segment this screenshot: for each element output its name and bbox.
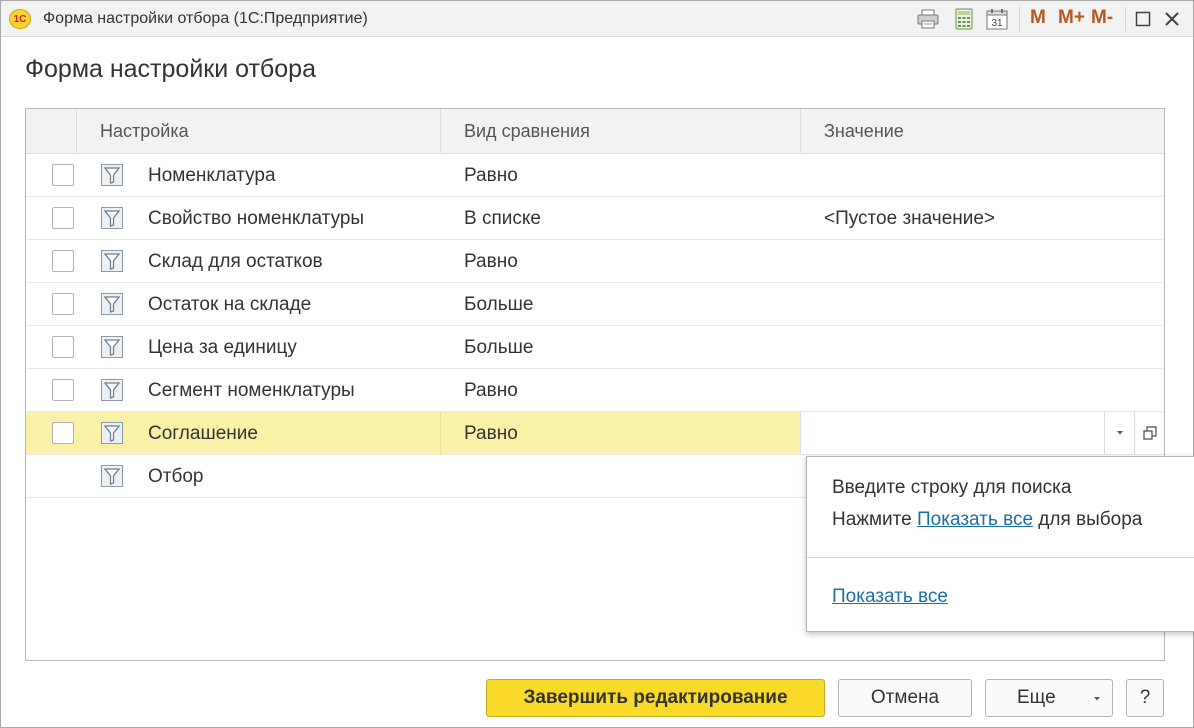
row-checkbox[interactable] (52, 336, 74, 358)
table-row[interactable]: Номенклатура Равно (26, 154, 1164, 197)
column-header-value[interactable]: Значение (824, 109, 904, 154)
filter-icon (101, 250, 123, 272)
column-header-setting[interactable]: Настройка (100, 109, 189, 154)
print-icon[interactable] (917, 8, 939, 30)
row-setting-name: Цена за единицу (148, 337, 297, 358)
dropdown-button[interactable] (1104, 412, 1134, 454)
row-setting-name: Сегмент номенклатуры (148, 380, 355, 401)
memory-button[interactable]: M (1030, 7, 1046, 29)
hint-suffix: для выбора (1038, 509, 1143, 530)
title-bar: 1С Форма настройки отбора (1С:Предприяти… (1, 1, 1193, 37)
open-form-icon (1142, 426, 1157, 440)
table-row[interactable]: Цена за единицу Больше (26, 326, 1164, 369)
filter-icon (101, 207, 123, 229)
chevron-down-icon (1116, 431, 1123, 435)
value-input-field[interactable] (800, 412, 1164, 454)
row-setting-name: Отбор (148, 466, 204, 487)
row-checkbox[interactable] (52, 422, 74, 444)
column-separator (440, 412, 441, 455)
svg-text:31: 31 (991, 18, 1003, 29)
calculator-icon[interactable] (953, 8, 975, 30)
row-comparison[interactable]: Равно (464, 154, 518, 197)
more-button[interactable]: Еще (985, 679, 1113, 717)
column-separator (440, 109, 441, 154)
row-checkbox[interactable] (52, 293, 74, 315)
filter-icon (101, 379, 123, 401)
finish-editing-button[interactable]: Завершить редактирование (486, 679, 825, 717)
chevron-down-icon (1094, 697, 1100, 701)
row-setting-name: Номенклатура (148, 165, 276, 186)
memory-minus-button[interactable]: M- (1091, 7, 1113, 29)
row-setting-name: Склад для остатков (148, 251, 323, 272)
row-comparison[interactable]: Больше (464, 326, 533, 369)
page-title: Форма настройки отбора (25, 55, 316, 83)
open-button[interactable] (1134, 412, 1164, 454)
cancel-button[interactable]: Отмена (838, 679, 972, 717)
close-icon[interactable] (1161, 8, 1183, 30)
table-row[interactable]: Сегмент номенклатуры Равно (26, 369, 1164, 412)
row-comparison[interactable]: Равно (464, 412, 518, 455)
show-all-hint: Нажмите Показать все для выбора (832, 509, 1142, 531)
toolbar-separator (1125, 7, 1126, 31)
row-checkbox[interactable] (52, 250, 74, 272)
hint-prefix: Нажмите (832, 509, 912, 530)
table-row[interactable]: Остаток на складе Больше (26, 283, 1164, 326)
row-setting-name: Остаток на складе (148, 294, 312, 315)
toolbar-separator (1019, 7, 1020, 31)
row-setting-name: Соглашение (148, 423, 258, 444)
app-logo-icon[interactable]: 1С (9, 9, 31, 29)
row-value[interactable]: <Пустое значение> (824, 197, 995, 240)
row-comparison[interactable]: Равно (464, 240, 518, 283)
value-dropdown-popup: Введите строку для поиска Нажмите Показа… (806, 456, 1194, 632)
table-row[interactable]: Склад для остатков Равно (26, 240, 1164, 283)
window-title: Форма настройки отбора (1С:Предприятие) (43, 10, 368, 27)
row-comparison[interactable]: Больше (464, 283, 533, 326)
table-header: Настройка Вид сравнения Значение (26, 109, 1164, 154)
search-hint: Введите строку для поиска (832, 477, 1072, 498)
filter-icon (101, 293, 123, 315)
filter-icon (101, 336, 123, 358)
help-button[interactable]: ? (1126, 679, 1164, 717)
column-separator (800, 109, 801, 154)
filter-icon (101, 164, 123, 186)
row-comparison[interactable]: В списке (464, 197, 541, 240)
more-button-label: Еще (1017, 687, 1056, 708)
show-all-inline-link[interactable]: Показать все (917, 509, 1033, 530)
memory-plus-button[interactable]: M+ (1058, 7, 1085, 29)
table-row-selected[interactable]: Соглашение Равно (26, 412, 1164, 455)
app-window: 1С Форма настройки отбора (1С:Предприяти… (0, 0, 1194, 728)
show-all-link[interactable]: Показать все (832, 586, 948, 608)
column-separator (76, 109, 77, 154)
popup-divider (807, 557, 1194, 558)
calendar-icon[interactable]: 31 (986, 8, 1008, 30)
row-setting-name: Свойство номенклатуры (148, 208, 365, 229)
column-header-comparison[interactable]: Вид сравнения (464, 109, 590, 154)
maximize-icon[interactable] (1132, 8, 1154, 30)
row-comparison[interactable]: Равно (464, 369, 518, 412)
row-checkbox[interactable] (52, 207, 74, 229)
row-checkbox[interactable] (52, 164, 74, 186)
filter-icon (101, 465, 123, 487)
row-checkbox[interactable] (52, 379, 74, 401)
filter-icon (101, 422, 123, 444)
table-row[interactable]: Свойство номенклатуры В списке <Пустое з… (26, 197, 1164, 240)
